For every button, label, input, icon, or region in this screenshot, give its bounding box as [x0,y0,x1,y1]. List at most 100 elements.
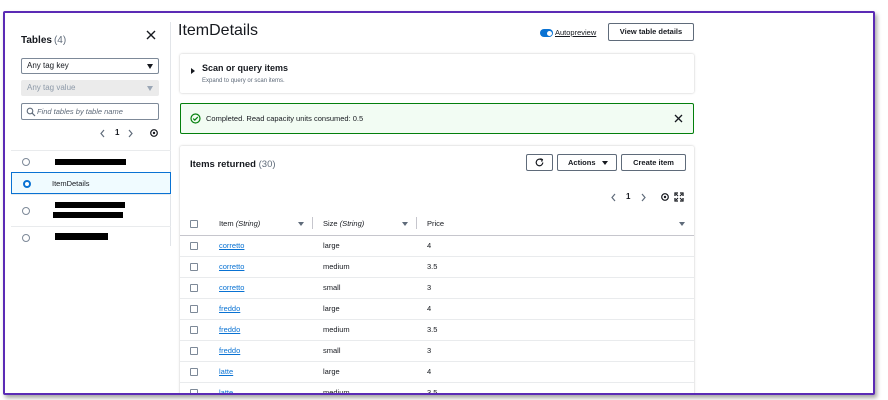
table-list-item[interactable] [11,194,171,226]
item-link[interactable]: freddo [219,304,240,313]
select-all-checkbox[interactable] [190,220,198,229]
column-header-size[interactable]: Size (String) [313,213,417,236]
autopreview-label[interactable]: Autopreview [555,28,596,37]
redacted-table-name [55,202,125,208]
items-title-text: Items returned [190,159,256,170]
column-divider[interactable] [416,217,417,230]
caret-down-icon [147,64,153,69]
scan-title[interactable]: Scan or query items [202,63,288,73]
item-link[interactable]: latte [219,388,233,393]
item-link[interactable]: freddo [219,346,240,355]
row-check-cell [180,298,209,320]
row-check-cell [180,235,209,257]
table-list-item[interactable] [11,226,171,248]
row-checkbox[interactable] [190,368,198,376]
column-type: (String) [339,219,365,229]
expand-icon[interactable] [674,192,684,202]
table-radio[interactable] [22,234,30,242]
refresh-button[interactable] [526,154,553,171]
row-checkbox[interactable] [190,263,198,271]
table-radio-checked[interactable] [23,180,31,188]
size-cell: small [313,277,417,299]
tables-count: (4) [53,35,67,46]
items-title: Items returned (30) [190,159,276,170]
price-cell: 3.5 [417,256,694,278]
view-table-details-button[interactable]: View table details [608,23,694,41]
table-name: ItemDetails [52,179,90,188]
close-icon[interactable] [673,113,684,124]
tables-panel-header: Tables (4) [21,30,162,50]
redacted-table-name [55,159,126,165]
create-item-button[interactable]: Create item [621,154,686,171]
row-checkbox[interactable] [190,326,198,334]
column-name: Price [427,219,445,229]
scan-subtitle: Expand to query or scan items. [202,78,285,84]
price-cell: 3 [417,277,694,299]
table-list-item-selected[interactable]: ItemDetails [11,172,171,194]
items-pagination: 1 [610,191,690,205]
tables-pagination: 1 [99,127,161,141]
redacted-table-name [53,212,123,218]
scan-query-panel[interactable]: Scan or query items Expand to query or s… [180,54,694,93]
check-circle-icon [190,113,201,124]
refresh-icon [535,158,544,167]
item-cell: corretto [209,277,313,299]
close-icon[interactable] [144,28,158,42]
items-count: (30) [258,159,276,170]
sort-caret-icon[interactable] [679,222,685,227]
sort-caret-icon[interactable] [402,222,408,227]
gear-icon[interactable] [149,128,159,138]
chevron-left-icon[interactable] [610,193,617,202]
size-cell: large [313,235,417,257]
page-number[interactable]: 1 [115,128,119,137]
item-cell: freddo [209,319,313,341]
table-radio[interactable] [22,158,30,166]
toggle-switch[interactable] [540,29,553,37]
actions-label: Actions [568,158,596,167]
chevron-right-icon[interactable] [127,129,134,138]
tag-key-select[interactable]: Any tag key [21,58,159,74]
column-divider[interactable] [312,217,313,230]
item-cell: freddo [209,298,313,320]
item-link[interactable]: corretto [219,241,244,250]
item-link[interactable]: freddo [219,325,240,334]
table-search-input[interactable] [37,105,155,118]
items-returned-panel: Items returned (30) Actions Create item … [180,146,694,393]
chevron-left-icon[interactable] [99,129,106,138]
item-cell: latte [209,361,313,383]
chevron-right-icon[interactable] [640,193,647,202]
row-checkbox[interactable] [190,284,198,292]
tag-key-select-value: Any tag key [27,61,69,70]
row-checkbox[interactable] [190,242,198,250]
row-check-cell [180,340,209,362]
item-link[interactable]: latte [219,367,233,376]
table-row: freddo large 4 [180,298,694,320]
sort-caret-icon[interactable] [298,222,304,227]
column-header-price[interactable]: Price [417,213,694,236]
item-link[interactable]: corretto [219,262,244,271]
row-checkbox[interactable] [190,305,198,313]
item-cell: freddo [209,340,313,362]
column-name: Size [323,219,338,229]
size-cell: medium [313,256,417,278]
price-cell: 4 [417,298,694,320]
table-list-item[interactable] [11,150,171,172]
gear-icon[interactable] [660,192,670,202]
table-search-box[interactable] [21,103,159,120]
row-checkbox[interactable] [190,389,198,393]
row-check-cell [180,382,209,393]
price-cell: 3.5 [417,319,694,341]
empty-area [702,22,870,392]
actions-dropdown-button[interactable]: Actions [557,154,617,171]
item-link[interactable]: corretto [219,283,244,292]
success-alert: Completed. Read capacity units consumed:… [180,103,694,134]
size-cell: medium [313,382,417,393]
row-check-cell [180,319,209,341]
page-number[interactable]: 1 [626,192,630,201]
size-cell: small [313,340,417,362]
table-radio[interactable] [22,207,30,215]
column-header-item[interactable]: Item (String) [209,213,313,236]
row-checkbox[interactable] [190,347,198,355]
item-cell: latte [209,382,313,393]
caret-right-icon[interactable] [191,68,195,74]
